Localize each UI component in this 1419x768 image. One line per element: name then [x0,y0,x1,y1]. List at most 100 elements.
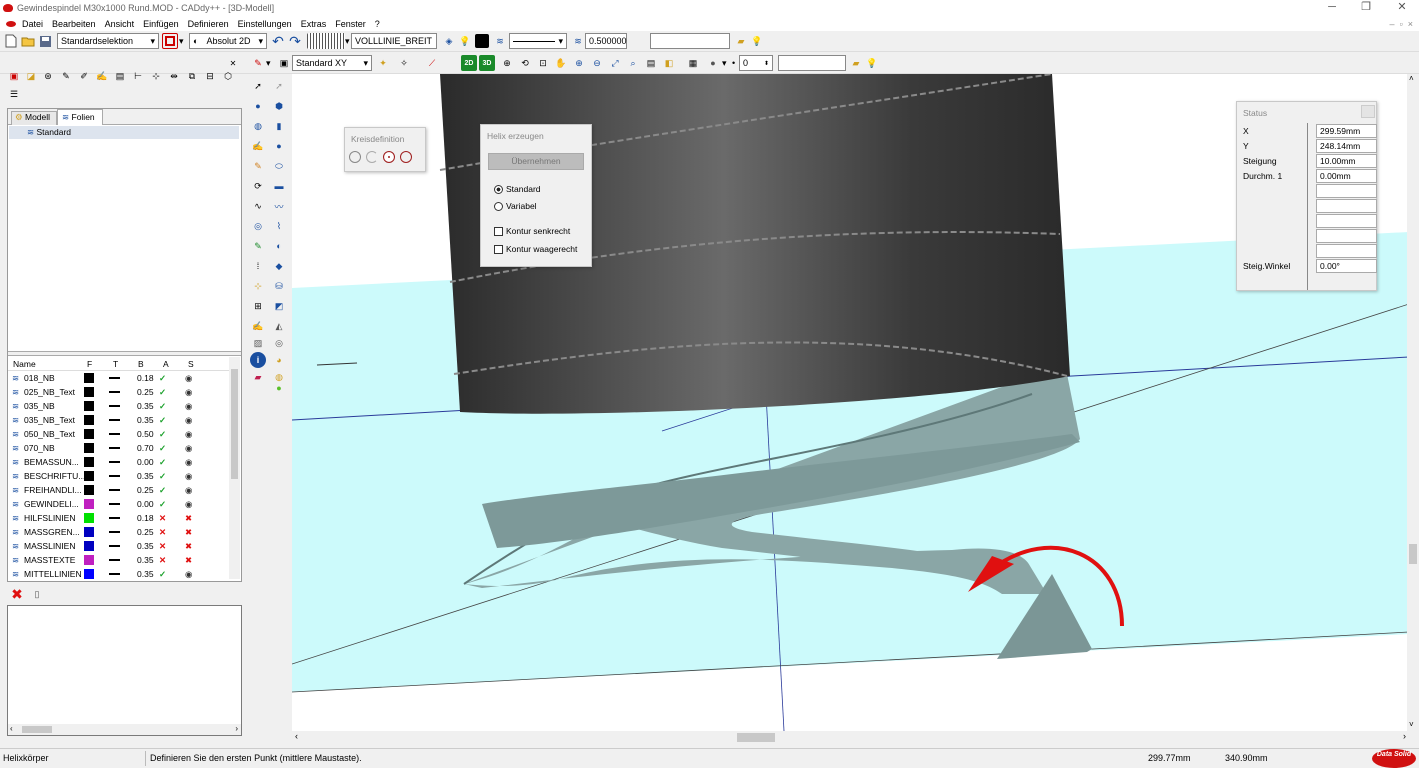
menu-bearbeiten[interactable]: Bearbeiten [52,19,96,29]
scroll-left-icon[interactable]: ‹ [295,731,298,741]
status-value-field[interactable] [1316,214,1377,228]
zoom-window-icon[interactable]: ⊡ [535,55,551,71]
layer-width[interactable]: 0.18 [137,373,154,383]
tab-folien[interactable]: ≋ Folien [57,109,103,125]
snap-icon[interactable]: ✦ [375,55,391,71]
tab-modell[interactable]: ⚙ Modell [11,111,57,125]
hatch-icon[interactable]: ▨ [250,335,266,351]
folder-icon[interactable]: ▰ [848,55,864,71]
pointer-icon[interactable]: ➚ [271,78,287,94]
pick-tool-icon[interactable]: ✎ [250,55,266,71]
circle-center-icon[interactable] [349,151,361,163]
ball-icon[interactable]: ● [271,138,287,154]
chevron-down-icon[interactable]: ▾ [266,58,271,69]
col-f[interactable]: F [87,359,92,369]
tree-item-standard[interactable]: ≋ Standard [9,126,239,139]
layer-color[interactable] [84,457,94,467]
edit-icon[interactable]: ✐ [76,68,92,84]
layer-linestyle[interactable] [109,503,120,505]
scroll-thumb[interactable] [1409,544,1417,564]
layer-row[interactable]: ≋ 025_NB_Text 0.25 ✓ ◉ [8,385,230,399]
chevron-down-icon[interactable]: ▾ [722,58,727,69]
viewport-v-scrollbar[interactable]: ˄ ˅ [1407,74,1419,731]
check-icon[interactable]: ✓ [159,457,166,468]
col-a[interactable]: A [163,359,169,369]
scroll-thumb[interactable] [737,733,775,742]
col-t[interactable]: T [113,359,118,369]
layer-row[interactable]: ≋ BESCHRIFTU... 0.35 ✓ ◉ [8,469,230,483]
scroll-up-icon[interactable]: ˄ [1409,74,1414,83]
spring-icon[interactable]: ⌇ [271,218,287,234]
measure-icon[interactable]: ✍ [250,318,266,334]
snap-options-icon[interactable]: ✧ [396,55,412,71]
eye-icon[interactable]: ◉ [185,401,192,412]
col-s[interactable]: S [188,359,194,369]
layer-pick-icon[interactable]: ◈ [441,33,457,49]
ruler-icon[interactable]: ⟋ [424,55,440,71]
layer-color[interactable] [84,387,94,397]
check-icon[interactable]: ✓ [159,443,166,454]
layer-linestyle[interactable] [109,433,120,435]
text-tool-icon[interactable]: ⊞ [250,298,266,314]
eye-icon[interactable]: ◉ [185,499,192,510]
frame-icon[interactable]: ⊟ [202,68,218,84]
layer-width[interactable]: 0.70 [137,443,154,453]
layer-row[interactable]: ≋ MASSLINIEN 0.35 ✕ ✖ [8,539,230,553]
layer-row[interactable]: ≋ GEWINDELI... 0.00 ✓ ◉ [8,497,230,511]
info-icon[interactable]: i [250,352,266,368]
layer-linestyle[interactable] [109,377,120,379]
eye-icon[interactable]: ◉ [185,443,192,454]
layer-linestyle[interactable] [109,475,120,477]
layer-color[interactable] [84,485,94,495]
zoom-out-icon[interactable]: ⊖ [589,55,605,71]
pencil-icon[interactable]: ✎ [58,68,74,84]
layer-width[interactable]: 0.50 [137,429,154,439]
eye-icon[interactable]: ◉ [185,485,192,496]
check-icon[interactable]: ✓ [159,569,166,580]
status-close-button[interactable] [1361,105,1375,118]
layer-row[interactable]: ≋ 050_NB_Text 0.50 ✓ ◉ [8,427,230,441]
eye-hidden-icon[interactable]: ✖ [185,555,192,566]
sweep-icon[interactable]: ∿ [250,198,266,214]
torus-icon[interactable]: ◍ [250,118,266,134]
layer-row[interactable]: ≋ MITTELLINIEN 0.35 ✓ ◉ [8,567,230,581]
layer-linestyle[interactable] [109,447,120,449]
layers-icon[interactable]: ≋ [492,33,508,49]
check-icon[interactable]: ✓ [159,401,166,412]
status-value-field[interactable]: 299.59mm [1316,124,1377,138]
linestyle-select[interactable]: ▾ [509,33,567,49]
layer-row[interactable]: ≋ BEMASSUN... 0.00 ✓ ◉ [8,455,230,469]
layer-width[interactable]: 0.25 [137,485,154,495]
stack-icon[interactable]: ⛁ [271,278,287,294]
undo-icon[interactable]: ↶ [270,33,286,49]
zoom-fit-icon[interactable]: ⤢ [607,55,623,71]
mdi-controls[interactable]: – ▫ × [1390,19,1413,29]
view-3d-button[interactable]: 3D [479,55,495,71]
selection-mode-select[interactable]: Standardselektion ▾ [57,33,159,49]
scroll-down-icon[interactable]: ˅ [1409,720,1414,729]
chevron-down-icon[interactable]: ▾ [179,36,184,47]
orbit-icon[interactable]: ⊕ [499,55,515,71]
layer-tool-icon[interactable]: ◪ [23,68,39,84]
check-icon[interactable]: ✓ [159,471,166,482]
circle-arc-icon[interactable] [366,151,378,163]
redo-icon[interactable]: ↷ [287,33,303,49]
cross-icon[interactable]: ✕ [159,541,166,552]
status-value-field[interactable]: 10.00mm [1316,154,1377,168]
sketch-icon[interactable]: ✍ [250,138,266,154]
linetype-field[interactable]: VOLLLINIE_BREIT [351,33,437,49]
layer-color[interactable] [84,499,94,509]
menu-fenster[interactable]: Fenster [335,19,366,29]
layer-linestyle[interactable] [109,531,120,533]
scroll-right-icon[interactable]: › [1403,731,1406,741]
folder-icon[interactable]: ▰ [733,33,749,49]
status-value-field[interactable]: 248.14mm [1316,139,1377,153]
menu-extras[interactable]: Extras [301,19,327,29]
layer-width[interactable]: 0.35 [137,541,154,551]
minimize-button[interactable]: ─ [1315,0,1349,16]
eye-hidden-icon[interactable]: ✖ [185,513,192,524]
check-icon[interactable]: ✓ [159,387,166,398]
layer-width[interactable]: 0.18 [137,513,154,523]
eye-icon[interactable]: ◉ [185,471,192,482]
view-cube-icon[interactable]: ▣ [276,55,292,71]
